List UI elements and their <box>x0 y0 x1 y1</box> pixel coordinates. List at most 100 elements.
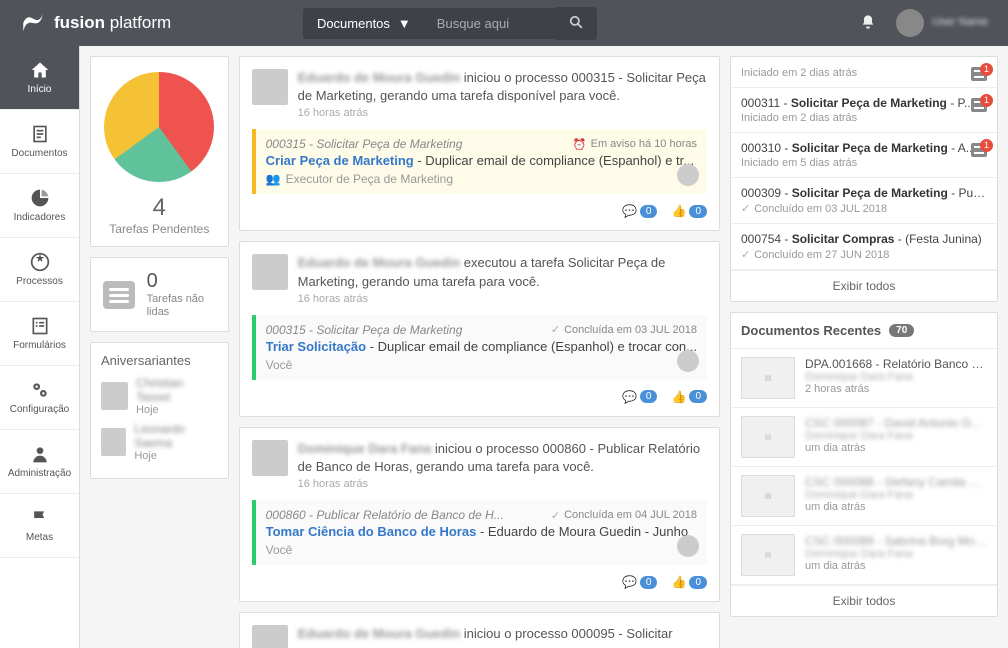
process-subtitle: Iniciado em 5 dias atrás <box>741 157 987 169</box>
pending-tasks-card[interactable]: 4 Tarefas Pendentes <box>90 56 229 247</box>
feed-task-card[interactable]: 000315 - Solicitar Peça de Marketing Con… <box>252 315 707 380</box>
feed-author[interactable]: Eduardo de Moura Guedin <box>298 255 461 270</box>
birthday-name: Christian Tassel <box>136 376 218 404</box>
feed-text: Dominique Dara Fana iniciou o processo 0… <box>298 440 707 476</box>
document-author: Dominique Dara Fana <box>805 430 987 442</box>
feed-timestamp: 16 horas atrás <box>298 478 707 490</box>
process-title: 000310 - Solicitar Peça de Marketing - A… <box>741 141 987 155</box>
like-icon: 👍 <box>671 575 686 589</box>
unread-tasks-card[interactable]: 0 Tarefas não lidas <box>90 257 229 332</box>
process-row[interactable]: 000311 - Solicitar Peça de Marketing - P… <box>731 88 997 133</box>
sidebar-item-label: Metas <box>26 532 53 543</box>
check-icon <box>741 202 750 215</box>
feed-author[interactable]: Eduardo de Moura Guedin <box>298 626 461 641</box>
sidebar-item-formulários[interactable]: Formulários <box>0 302 79 366</box>
feed-item: Eduardo de Moura Guedin iniciou o proces… <box>239 612 720 648</box>
group-icon: 👥 <box>266 172 281 186</box>
feed-author-avatar[interactable] <box>252 625 288 648</box>
logo[interactable]: fusion platform <box>20 10 171 36</box>
document-author: Dominique Dara Fana <box>805 548 987 560</box>
document-row[interactable]: ▤ CSC 000087 - David Antonio Gehrig Domi… <box>731 408 997 467</box>
process-row[interactable]: Iniciado em 2 dias atrás 1 <box>731 57 997 88</box>
user-name: User Name <box>932 16 988 29</box>
sidebar-item-label: Configuração <box>10 404 69 415</box>
process-row[interactable]: 000754 - Solicitar Compras - (Festa Juni… <box>731 224 997 270</box>
document-time: 2 horas atrás <box>805 383 987 395</box>
feed-author[interactable]: Eduardo de Moura Guedin <box>298 70 461 85</box>
user-menu[interactable]: User Name <box>896 9 988 37</box>
notifications-icon[interactable] <box>860 14 876 33</box>
sidebar-item-processos[interactable]: Processos <box>0 238 79 302</box>
task-reference: 000315 - Solicitar Peça de Marketing <box>266 137 463 151</box>
likes-button[interactable]: 👍0 <box>671 390 707 404</box>
process-subtitle: Iniciado em 2 dias atrás <box>741 112 987 124</box>
feed-text: Eduardo de Moura Guedin executou a taref… <box>298 254 707 290</box>
birthday-name: Leonardo Saema <box>134 422 217 450</box>
sidebar-item-configuração[interactable]: Configuração <box>0 366 79 430</box>
likes-button[interactable]: 👍0 <box>671 575 707 589</box>
sidebar-item-label: Processos <box>16 276 63 287</box>
check-icon <box>741 248 750 261</box>
comments-button[interactable]: 💬0 <box>622 390 658 404</box>
document-author: Dominique Dara Fana <box>805 489 987 501</box>
feed-author-avatar[interactable] <box>252 440 288 476</box>
process-row[interactable]: 000310 - Solicitar Peça de Marketing - A… <box>731 133 997 178</box>
document-title: CSC 000089 - Sabrina Borg Moreira <box>805 534 987 548</box>
like-icon: 👍 <box>671 390 686 404</box>
comments-button[interactable]: 💬0 <box>622 204 658 218</box>
executor-avatar <box>677 350 699 372</box>
search-button[interactable] <box>555 7 597 40</box>
chart-icon <box>4 188 75 208</box>
feed-author-avatar[interactable] <box>252 254 288 290</box>
likes-count: 0 <box>689 205 707 218</box>
comments-button[interactable]: 💬0 <box>622 575 658 589</box>
comments-count: 0 <box>640 576 658 589</box>
avatar <box>101 382 128 410</box>
likes-count: 0 <box>689 576 707 589</box>
birthday-row[interactable]: Leonardo SaemaHoje <box>101 422 218 462</box>
document-author: Dominique Dara Fana <box>805 371 987 383</box>
likes-button[interactable]: 👍0 <box>671 204 707 218</box>
list-icon <box>103 281 135 309</box>
pending-tasks-count: 4 <box>101 194 218 222</box>
comments-count: 0 <box>640 205 658 218</box>
document-row[interactable]: ▤ CSC 000089 - Sabrina Borg Moreira Domi… <box>731 526 997 585</box>
process-row[interactable]: 000309 - Solicitar Peça de Marketing - P… <box>731 178 997 224</box>
document-row[interactable]: ▤ CSC 000088 - Stefany Camila M. Ciuz Do… <box>731 467 997 526</box>
forms-icon <box>4 316 75 336</box>
document-row[interactable]: ▤ DPA.001668 - Relatório Banco de Horas … <box>731 349 997 408</box>
birthday-when: Hoje <box>136 404 218 416</box>
like-icon: 👍 <box>671 204 686 218</box>
feed-item: Eduardo de Moura Guedin executou a taref… <box>239 241 720 416</box>
sidebar-item-documentos[interactable]: Documentos <box>0 110 79 174</box>
process-notification: 1 <box>971 67 989 85</box>
unread-label: Tarefas não lidas <box>147 293 216 319</box>
feed-timestamp: 16 horas atrás <box>298 107 707 119</box>
feed-timestamp: 16 horas atrás <box>298 293 707 305</box>
search-input[interactable] <box>425 8 555 39</box>
feed-task-card[interactable]: 000860 - Publicar Relatório de Banco de … <box>252 500 707 565</box>
task-status: Concluída em 03 JUL 2018 <box>551 323 697 336</box>
feed-item: Eduardo de Moura Guedin iniciou o proces… <box>239 56 720 231</box>
feed-author-avatar[interactable] <box>252 69 288 105</box>
sidebar-item-label: Formulários <box>13 340 66 351</box>
document-time: um dia atrás <box>805 442 987 454</box>
pending-tasks-label: Tarefas Pendentes <box>101 222 218 236</box>
birthday-when: Hoje <box>134 450 217 462</box>
task-executor: Você <box>266 543 697 557</box>
processes-show-all[interactable]: Exibir todos <box>731 270 997 301</box>
sidebar-item-metas[interactable]: Metas <box>0 494 79 558</box>
task-executor: Você <box>266 358 697 372</box>
process-subtitle: Concluído em 27 JUN 2018 <box>741 248 987 261</box>
docs-show-all[interactable]: Exibir todos <box>731 585 997 616</box>
sidebar-item-administração[interactable]: Administração <box>0 430 79 494</box>
search-category-dropdown[interactable]: Documentos ▼ <box>303 8 425 39</box>
sidebar-item-início[interactable]: Início <box>0 46 79 110</box>
feed-task-card[interactable]: 000315 - Solicitar Peça de Marketing⏰ Em… <box>252 129 707 194</box>
admin-icon <box>4 444 75 464</box>
sidebar-item-indicadores[interactable]: Indicadores <box>0 174 79 238</box>
birthday-row[interactable]: Christian TasselHoje <box>101 376 218 416</box>
avatar <box>101 428 126 456</box>
feed-author[interactable]: Dominique Dara Fana <box>298 441 432 456</box>
aperture-icon <box>4 252 75 272</box>
